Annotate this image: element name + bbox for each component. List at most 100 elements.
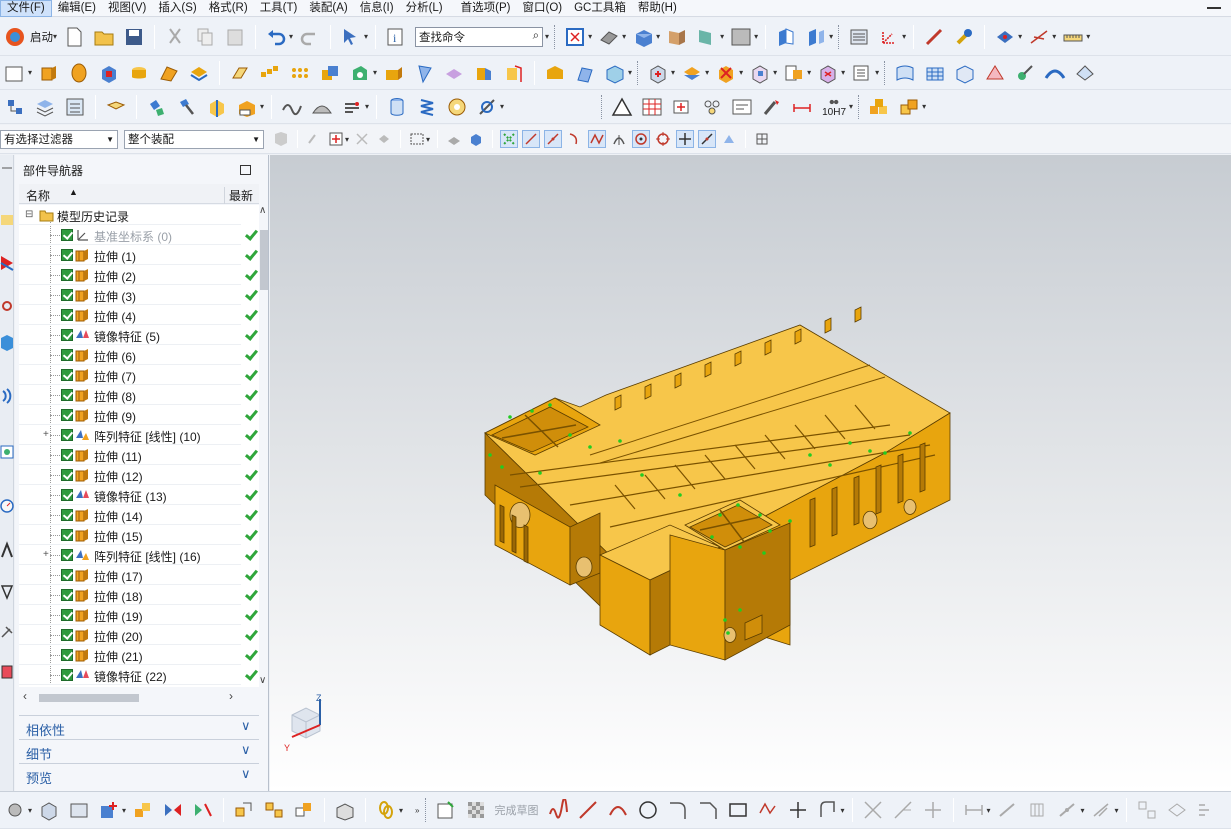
shaded-edges-icon[interactable] [597,25,621,49]
curve-icon[interactable] [280,95,304,119]
chevron-down-icon[interactable]: ▾ [807,68,811,77]
move-copy-icon[interactable] [131,798,155,822]
n-sided-surface-icon[interactable] [1073,61,1097,85]
feature-row[interactable]: 拉伸 (11) [19,445,241,465]
table-icon[interactable] [640,95,664,119]
sew-icon[interactable] [573,61,597,85]
toolbar-grip[interactable] [858,94,861,119]
feature-row[interactable]: 拉伸 (19) [19,605,241,625]
chevron-down-icon[interactable]: ▾ [426,135,430,144]
cut-icon[interactable] [163,25,187,49]
menu-information[interactable]: 信息(I) [354,0,400,17]
ruler-icon[interactable] [1061,25,1085,49]
feature-checkbox[interactable] [61,549,73,561]
side-slot[interactable] [831,486,838,537]
feature-row[interactable]: 拉伸 (21) [19,645,241,665]
sketch-icon[interactable] [3,61,27,85]
triangle-icon[interactable] [610,95,634,119]
make-corner-icon[interactable] [921,798,945,822]
scroll-down-arrow-icon[interactable]: ∨ [259,675,269,689]
wave-geometry-icon[interactable] [145,95,169,119]
chevron-down-icon[interactable]: ▾ [500,102,504,111]
menu-help[interactable]: 帮助(H) [632,0,683,17]
undo-icon[interactable] [264,25,288,49]
chevron-down-icon[interactable]: ▾ [628,68,632,77]
select-point-icon[interactable] [327,130,345,148]
arc-icon[interactable] [606,798,630,822]
expand-chevron-icon[interactable]: ∨ [241,766,251,782]
feature-checkbox[interactable] [61,569,73,581]
minimize-ribbon-icon[interactable] [1207,7,1221,9]
side-slot[interactable] [511,514,517,554]
constraint-navigator-tab-icon[interactable] [0,253,14,271]
fit-view-icon[interactable] [563,25,587,49]
chevron-down-icon[interactable]: ▾ [399,806,403,815]
side-slot[interactable] [875,464,882,515]
add-component-icon[interactable] [646,61,670,85]
top-ridge[interactable] [794,328,802,345]
snap-perpendicular-icon[interactable] [610,130,628,148]
menu-format[interactable]: 格式(R) [203,0,254,17]
feature-row[interactable]: + 阵列特征 [线性] (10) [19,425,241,445]
selection-filter-select[interactable]: 有选择过滤器 ▼ [0,129,118,149]
profile-icon[interactable] [546,798,570,822]
studio-surface-icon[interactable] [953,61,977,85]
part-family-icon[interactable] [104,95,128,119]
feature-checkbox[interactable] [61,609,73,621]
menu-analysis[interactable]: 分析(L) [400,0,449,17]
fix-constraint-icon[interactable] [1026,798,1050,822]
toolbar-grip[interactable] [424,798,428,822]
feature-row[interactable]: 拉伸 (8) [19,385,241,405]
solid-select-icon[interactable] [445,130,463,148]
hole-icon[interactable] [348,61,372,85]
info-icon[interactable]: i [384,25,408,49]
sort-ascending-icon[interactable]: ▲ [69,187,78,197]
top-ridge[interactable] [704,361,712,378]
boolean-icon[interactable] [187,61,211,85]
feature-row[interactable]: 拉伸 (7) [19,365,241,385]
chevron-down-icon[interactable]: ▾ [841,806,845,815]
new-file-icon[interactable] [62,25,86,49]
chevron-down-icon[interactable]: ▾ [875,68,879,77]
column-latest-header[interactable]: 最新 [224,187,253,204]
reuse-library-tab-icon[interactable] [0,333,14,351]
menu-assembly[interactable]: 装配(A) [303,0,353,17]
offset-face-icon[interactable] [543,61,567,85]
select-curve-icon[interactable] [305,130,323,148]
wrench-icon[interactable] [952,25,976,49]
toolbar-grip[interactable] [637,60,640,85]
feature-checkbox[interactable] [61,269,73,281]
line-icon[interactable] [576,798,600,822]
show-constraints-icon[interactable] [1056,798,1080,822]
top-ridge[interactable] [764,339,772,356]
brush-icon[interactable] [760,95,784,119]
expand-icon[interactable]: + [43,429,49,440]
chevron-down-icon[interactable]: ▼ [106,135,114,144]
draft-analysis-icon[interactable] [340,95,364,119]
chevron-down-icon[interactable]: ▾ [922,102,926,111]
menu-insert[interactable]: 插入(S) [152,0,202,17]
add-existing-icon[interactable] [97,798,121,822]
feature-checkbox[interactable] [61,409,73,421]
assembly-navigator-icon[interactable] [3,95,27,119]
hammer-icon[interactable] [175,95,199,119]
column-name-header[interactable]: 名称 [26,187,50,204]
chevron-down-icon[interactable]: ▾ [849,102,853,111]
select-body-icon[interactable] [375,130,393,148]
top-ridge[interactable] [674,372,682,389]
chevron-down-icon[interactable]: ▾ [365,102,369,111]
side-slot[interactable] [523,524,529,564]
chevron-down-icon[interactable]: ▾ [1086,32,1090,41]
fillet-icon[interactable] [666,798,690,822]
chevron-down-icon[interactable]: ▾ [373,68,377,77]
chevron-down-icon[interactable]: ▾ [588,32,592,41]
side-slot[interactable] [919,442,926,493]
database-icon[interactable] [385,95,409,119]
extrude-icon[interactable] [37,61,61,85]
revolve-icon[interactable] [67,61,91,85]
bearing-icon[interactable] [445,95,469,119]
grid-icon[interactable] [753,130,771,148]
sketch-settings-icon[interactable] [3,798,27,822]
snap-quadrant-icon[interactable] [654,130,672,148]
rectangle-icon[interactable] [726,798,750,822]
